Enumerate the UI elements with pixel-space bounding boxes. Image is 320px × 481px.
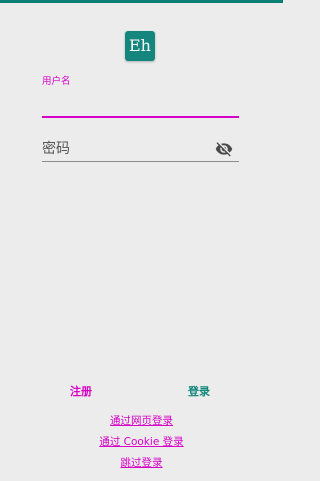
skip-login-link[interactable]: 跳过登录 — [0, 456, 283, 470]
cookie-login-link-text[interactable]: 通过 Cookie 登录 — [99, 436, 183, 448]
app-logo: Eh — [125, 31, 155, 61]
username-underline — [42, 116, 239, 118]
web-login-link-text[interactable]: 通过网页登录 — [110, 415, 173, 427]
cookie-login-link[interactable]: 通过 Cookie 登录 — [0, 435, 283, 449]
app-logo-text: Eh — [129, 36, 151, 55]
username-label: 用户名 — [42, 76, 71, 87]
password-placeholder: 密码 — [42, 141, 70, 157]
web-login-link[interactable]: 通过网页登录 — [0, 414, 283, 428]
register-button[interactable]: 注册 — [70, 382, 92, 402]
eye-off-icon[interactable] — [214, 140, 234, 158]
login-button[interactable]: 登录 — [188, 382, 210, 402]
password-underline — [42, 161, 239, 162]
top-status-strip — [0, 0, 283, 3]
skip-login-link-text[interactable]: 跳过登录 — [121, 457, 163, 469]
password-field[interactable]: 密码 — [42, 138, 239, 162]
username-field[interactable]: 用户名 — [42, 76, 239, 118]
